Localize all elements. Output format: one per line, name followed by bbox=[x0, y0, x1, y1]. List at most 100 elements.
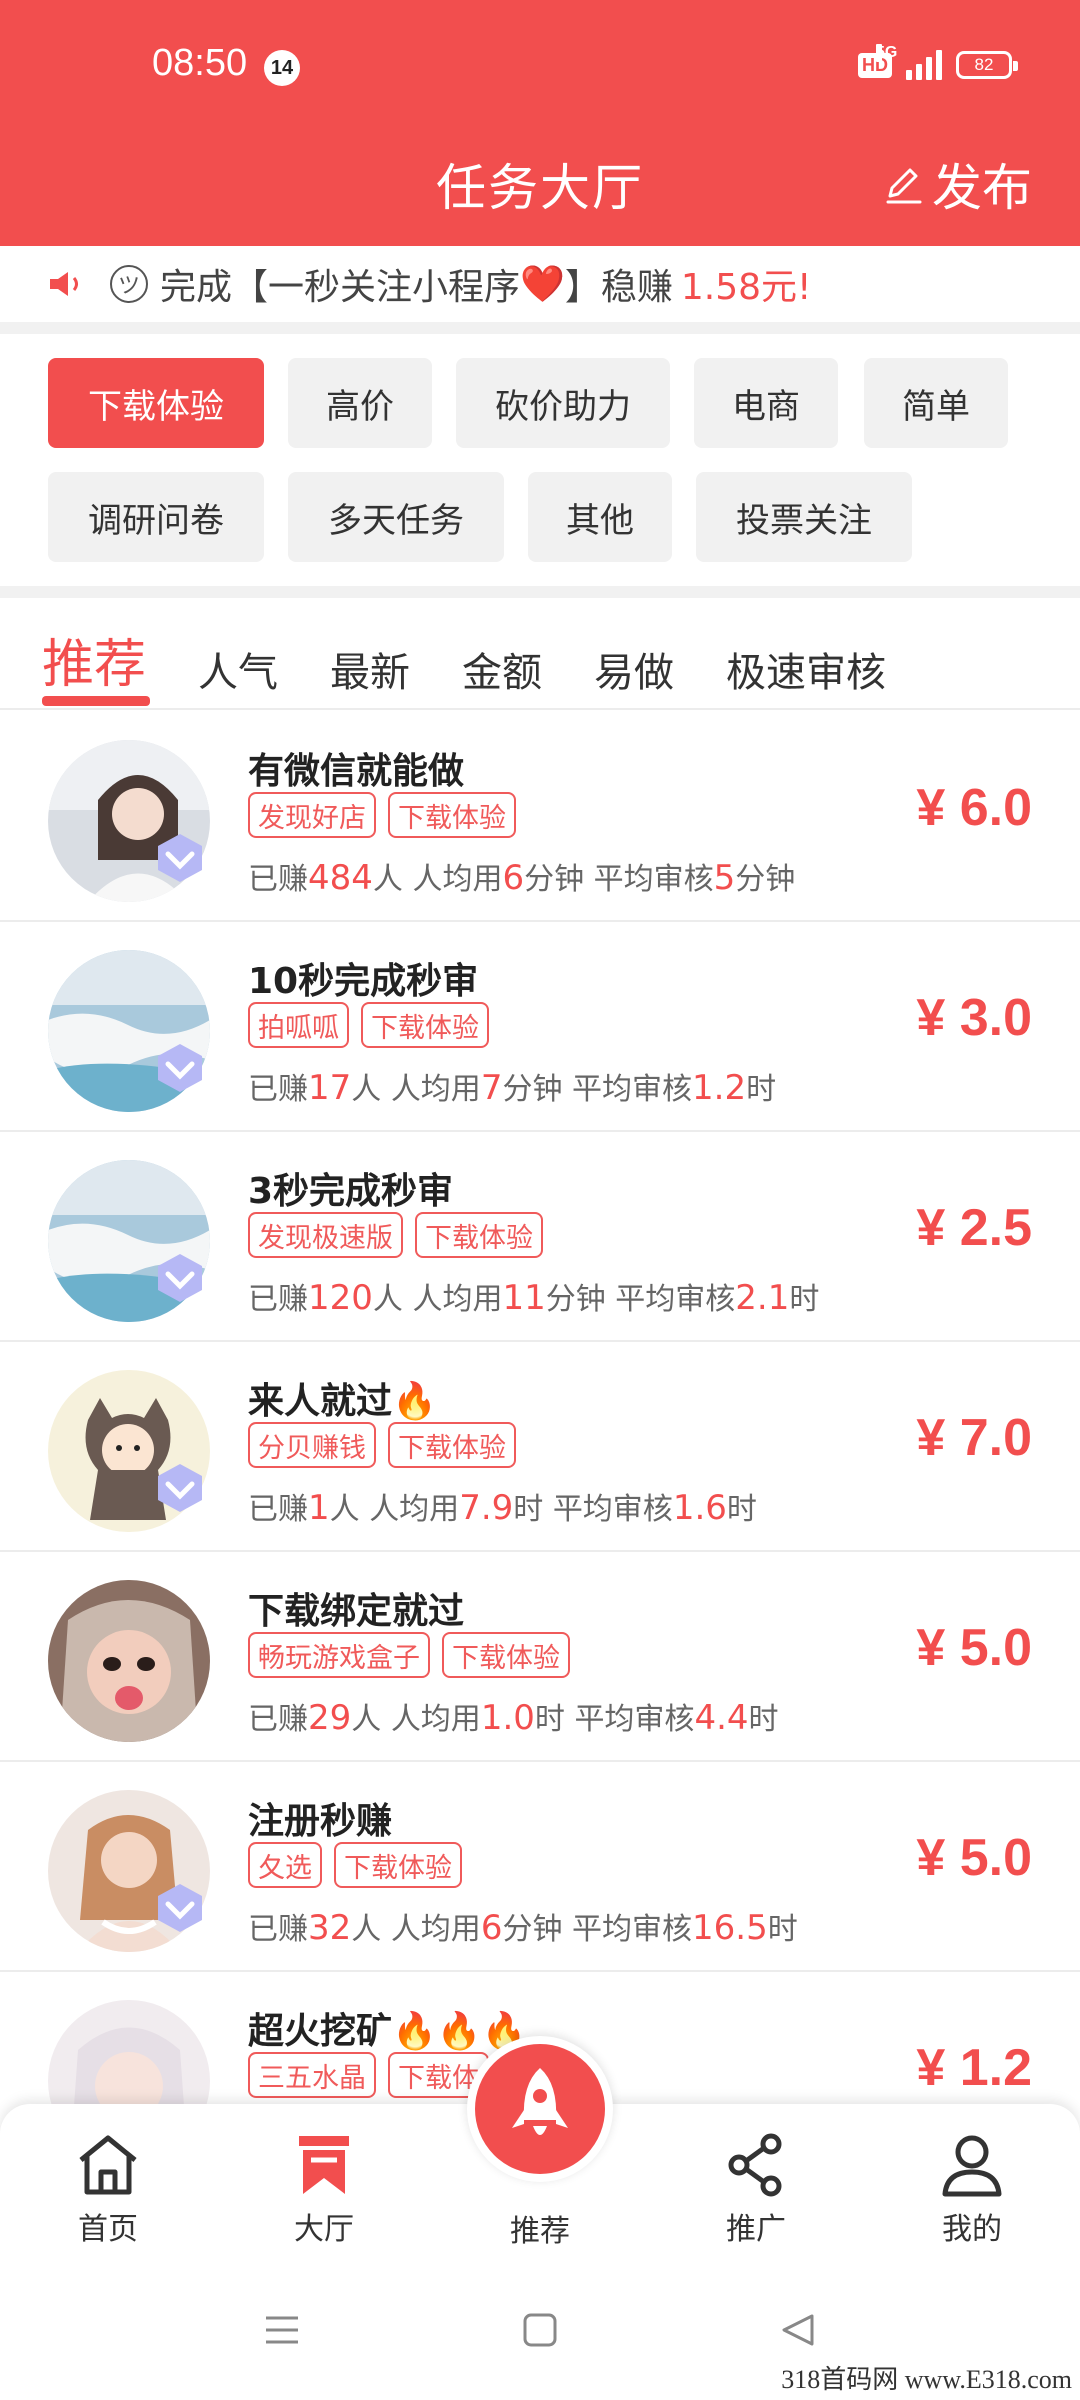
diamond-badge-icon bbox=[158, 834, 202, 882]
task-avatar bbox=[48, 1580, 210, 1742]
task-price: ¥ 3.0 bbox=[916, 989, 1032, 1047]
speaker-icon bbox=[50, 272, 78, 296]
diamond-badge-icon bbox=[158, 1464, 202, 1512]
task-tag: 畅玩游戏盒子 bbox=[248, 1632, 430, 1678]
nav-recommend-label: 推荐 bbox=[510, 2214, 570, 2249]
edit-icon bbox=[886, 168, 922, 204]
category-chip-simple[interactable]: 简单 bbox=[864, 358, 1008, 448]
announcement-bar[interactable]: ツ 完成【一秒关注小程序 ❤️ 】稳赚 1.58元! bbox=[0, 246, 1080, 322]
task-stats: 已赚17人 人均用7分钟 平均审核1.2时 bbox=[248, 1068, 777, 1108]
publish-button[interactable]: 发布 bbox=[882, 148, 1032, 220]
divider bbox=[0, 322, 1080, 334]
user-icon bbox=[942, 2135, 1002, 2197]
task-title: 有微信就能做 bbox=[248, 751, 465, 792]
task-tag: 发现好店 bbox=[248, 792, 376, 838]
nav-home[interactable]: 首页 bbox=[38, 2130, 178, 2248]
task-row[interactable]: 注册秒赚 夂选 下载体验 已赚32人 人均用6分钟 平均审核16.5时 ¥ 5.… bbox=[0, 1762, 1080, 1972]
nav-mine-label: 我的 bbox=[942, 2212, 1002, 2247]
nav-promote-label: 推广 bbox=[726, 2212, 786, 2247]
task-tag: 分贝赚钱 bbox=[248, 1422, 376, 1468]
status-icons: HD 5G 82 bbox=[858, 44, 1018, 80]
task-tags: 分贝赚钱 下载体验 bbox=[248, 1422, 516, 1468]
task-row[interactable]: 下载绑定就过 畅玩游戏盒子 下载体验 已赚29人 人均用1.0时 平均审核4.4… bbox=[0, 1552, 1080, 1762]
tab-popularity[interactable]: 人气 bbox=[198, 640, 278, 698]
task-stats: 已赚484人 人均用6分钟 平均审核5分钟 bbox=[248, 858, 796, 898]
active-tab-indicator bbox=[42, 696, 150, 706]
task-tags: 拍呱呱 下载体验 bbox=[248, 1002, 489, 1048]
tab-latest[interactable]: 最新 bbox=[330, 640, 410, 698]
task-row[interactable]: 来人就过🔥 分贝赚钱 下载体验 已赚1人 人均用7.9时 平均审核1.6时 ¥ … bbox=[0, 1342, 1080, 1552]
nav-hall[interactable]: 大厅 bbox=[254, 2130, 394, 2248]
category-chip-survey[interactable]: 调研问卷 bbox=[48, 472, 264, 562]
task-tags: 夂选 下载体验 bbox=[248, 1842, 462, 1888]
back-icon[interactable] bbox=[778, 2310, 818, 2350]
task-price: ¥ 2.5 bbox=[916, 1199, 1032, 1257]
task-title: 来人就过🔥 bbox=[248, 1381, 437, 1422]
task-row[interactable]: 3秒完成秒审 发现极速版 下载体验 已赚120人 人均用11分钟 平均审核2.1… bbox=[0, 1132, 1080, 1342]
task-row[interactable]: 有微信就能做 发现好店 下载体验 已赚484人 人均用6分钟 平均审核5分钟 ¥… bbox=[0, 712, 1080, 922]
diamond-badge-icon bbox=[158, 1044, 202, 1092]
task-tag: 夂选 bbox=[248, 1842, 322, 1888]
category-chip-bargain[interactable]: 砍价助力 bbox=[456, 358, 670, 448]
category-chip-high-price[interactable]: 高价 bbox=[288, 358, 432, 448]
nav-home-label: 首页 bbox=[78, 2212, 138, 2247]
task-price: ¥ 7.0 bbox=[916, 1409, 1032, 1467]
tab-fast-review[interactable]: 极速审核 bbox=[726, 640, 886, 698]
tab-easy[interactable]: 易做 bbox=[594, 640, 674, 698]
home-square-icon[interactable] bbox=[520, 2310, 560, 2350]
task-price: ¥ 5.0 bbox=[916, 1619, 1032, 1677]
tab-recommend[interactable]: 推荐 bbox=[42, 622, 146, 697]
smile-icon: ツ bbox=[110, 265, 148, 303]
notice-amount: 1.58元! bbox=[680, 267, 812, 308]
task-price: ¥ 6.0 bbox=[916, 779, 1032, 837]
task-row[interactable]: 10秒完成秒审 拍呱呱 下载体验 已赚17人 人均用7分钟 平均审核1.2时 ¥… bbox=[0, 922, 1080, 1132]
menu-icon[interactable] bbox=[262, 2310, 302, 2350]
status-time: 08:50 bbox=[152, 42, 248, 84]
nav-mine[interactable]: 我的 bbox=[902, 2130, 1042, 2248]
notice-suffix: 】稳赚 bbox=[564, 267, 673, 308]
publish-label: 发布 bbox=[932, 159, 1032, 217]
category-chip-multi-day[interactable]: 多天任务 bbox=[288, 472, 504, 562]
bookmark-icon bbox=[299, 2136, 349, 2194]
task-title: 注册秒赚 bbox=[248, 1801, 393, 1842]
category-chip-other[interactable]: 其他 bbox=[528, 472, 672, 562]
task-title: 下载绑定就过 bbox=[248, 1591, 465, 1632]
task-title: 3秒完成秒审 bbox=[248, 1171, 454, 1212]
category-chip-ecommerce[interactable]: 电商 bbox=[694, 358, 838, 448]
heart-icon: ❤️ bbox=[520, 264, 565, 305]
task-tag: 发现极速版 bbox=[248, 1212, 403, 1258]
task-title: 超火挖矿🔥🔥🔥 bbox=[248, 2011, 527, 2052]
app-root: 08:50 14 HD 5G 82 任务大厅 发布 ツ 完成【一秒关注小程序 ❤… bbox=[0, 0, 1080, 2400]
battery-icon: 82 bbox=[956, 51, 1018, 79]
notice-prefix: 完成【一秒关注小程序 bbox=[160, 267, 521, 308]
task-stats: 已赚120人 人均用11分钟 平均审核2.1时 bbox=[248, 1278, 820, 1318]
diamond-badge-icon bbox=[158, 1884, 202, 1932]
tab-amount[interactable]: 金额 bbox=[462, 640, 542, 698]
category-chip-vote-follow[interactable]: 投票关注 bbox=[696, 472, 912, 562]
recommend-rocket-button[interactable] bbox=[467, 2036, 613, 2182]
header: 08:50 14 HD 5G 82 任务大厅 发布 bbox=[0, 0, 1080, 246]
task-tag: 下载体验 bbox=[388, 792, 516, 838]
signal-icon: 5G bbox=[876, 44, 942, 80]
category-chip-download[interactable]: 下载体验 bbox=[48, 358, 264, 448]
task-title: 10秒完成秒审 bbox=[248, 961, 479, 1002]
share-icon bbox=[728, 2133, 782, 2197]
watermark: 318首码网 www.E318.com bbox=[781, 2365, 1072, 2394]
task-tag: 下载体验 bbox=[415, 1212, 543, 1258]
divider bbox=[0, 586, 1080, 598]
rocket-icon bbox=[512, 2068, 568, 2135]
home-icon bbox=[79, 2135, 137, 2195]
task-tag: 下载体验 bbox=[388, 1422, 516, 1468]
task-tag: 三五水晶 bbox=[248, 2052, 376, 2098]
task-stats: 已赚1人 人均用7.9时 平均审核1.6时 bbox=[248, 1488, 757, 1528]
task-tag: 下载体验 bbox=[442, 1632, 570, 1678]
task-tags: 畅玩游戏盒子 下载体验 bbox=[248, 1632, 570, 1678]
task-stats: 已赚32人 人均用6分钟 平均审核16.5时 bbox=[248, 1908, 798, 1948]
diamond-badge-icon bbox=[158, 1254, 202, 1302]
task-tags: 发现好店 下载体验 bbox=[248, 792, 516, 838]
nav-promote[interactable]: 推广 bbox=[686, 2130, 826, 2248]
notification-count-badge: 14 bbox=[264, 50, 300, 86]
task-tag: 下载体验 bbox=[361, 1002, 489, 1048]
task-stats: 已赚29人 人均用1.0时 平均审核4.4时 bbox=[248, 1698, 779, 1738]
nav-hall-label: 大厅 bbox=[294, 2212, 354, 2247]
